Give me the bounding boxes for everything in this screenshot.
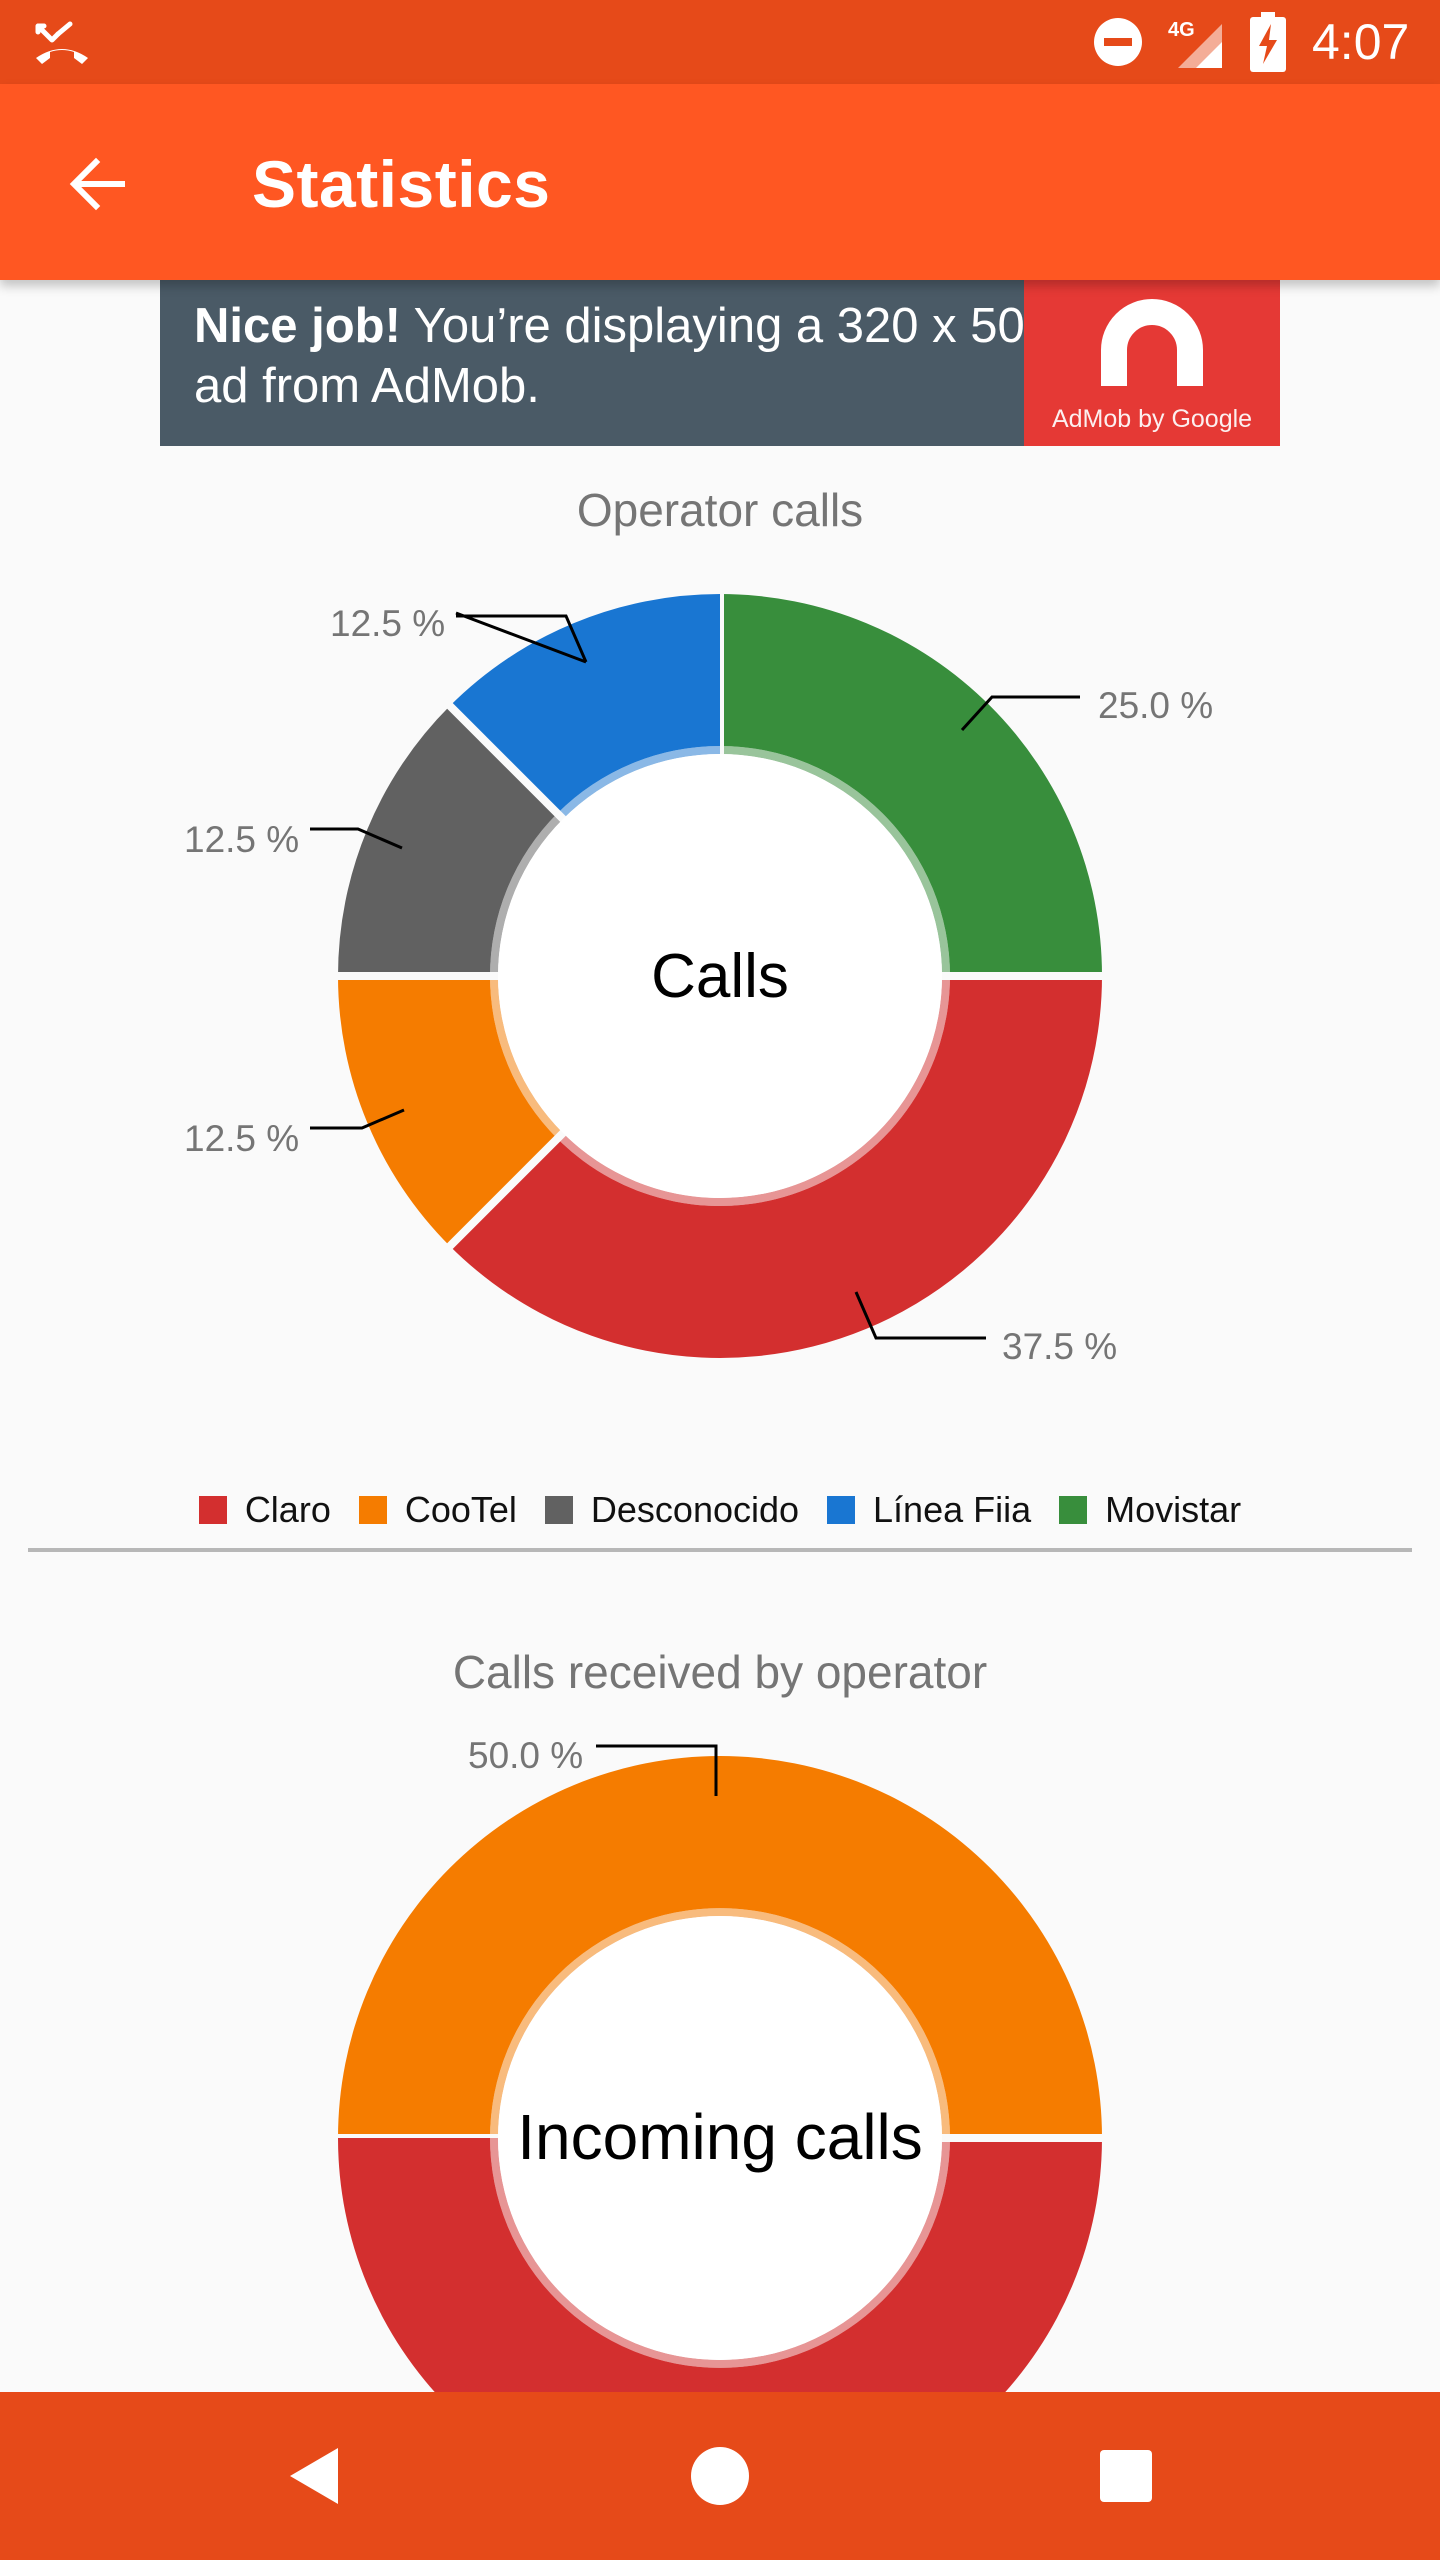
nav-back-button[interactable] (264, 2426, 364, 2526)
arrow-back-icon (69, 157, 125, 211)
slice-label-cootel-incoming: 50.0 % (468, 1735, 584, 1776)
app-bar: Statistics (0, 84, 1440, 280)
back-triangle-icon (290, 2448, 338, 2504)
chart-calls-received (336, 1744, 1104, 2392)
back-button[interactable] (56, 142, 140, 226)
nav-recents-button[interactable] (1076, 2426, 1176, 2526)
home-circle-icon (691, 2447, 749, 2505)
recents-square-icon (1100, 2450, 1152, 2502)
chart-center-text-incoming: Incoming calls (517, 2101, 923, 2173)
page-title: Statistics (252, 147, 551, 221)
nav-home-button[interactable] (670, 2426, 770, 2526)
system-nav-bar (0, 2392, 1440, 2560)
